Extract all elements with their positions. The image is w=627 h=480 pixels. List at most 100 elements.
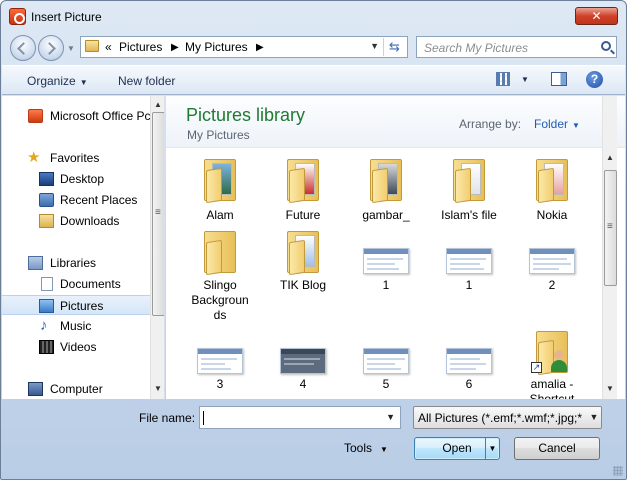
- image-item[interactable]: 4: [264, 328, 342, 398]
- file-list-pane: Pictures library My Pictures Arrange by:…: [166, 96, 625, 399]
- library-header: Pictures library My Pictures Arrange by:…: [166, 96, 625, 148]
- computer-icon: [28, 382, 43, 396]
- cancel-button[interactable]: Cancel: [514, 437, 600, 460]
- file-name-dropdown-icon[interactable]: ▼: [386, 412, 395, 422]
- nav-item-favorites[interactable]: ★ Favorites: [2, 148, 150, 168]
- image-item[interactable]: 5: [347, 328, 425, 398]
- scroll-up-icon[interactable]: ▲: [606, 153, 614, 162]
- arrange-by-label: Arrange by:: [459, 117, 522, 131]
- image-thumbnail: [280, 348, 326, 374]
- open-options-dropdown-icon[interactable]: ▼: [485, 438, 499, 459]
- scrollbar-thumb[interactable]: [152, 112, 164, 316]
- folder-item[interactable]: Islam's file: [430, 156, 508, 226]
- star-icon: ★: [27, 149, 41, 166]
- preview-pane-icon[interactable]: [551, 72, 567, 86]
- image-item[interactable]: 1: [347, 228, 425, 298]
- item-label: amalia - Shortcut: [529, 377, 575, 399]
- open-button[interactable]: Open ▼: [414, 437, 500, 460]
- nav-item-libraries[interactable]: Libraries: [2, 253, 150, 273]
- breadcrumb-my-pictures[interactable]: My Pictures: [185, 40, 248, 54]
- tools-button[interactable]: Tools ▼: [344, 441, 388, 455]
- refresh-icon[interactable]: ⇆: [383, 38, 405, 56]
- folder-item[interactable]: TIK Blog: [264, 228, 342, 298]
- breadcrumb-separator-icon[interactable]: ▶: [256, 42, 264, 53]
- address-dropdown-icon[interactable]: ▼: [370, 41, 379, 51]
- tools-label: Tools: [344, 441, 373, 455]
- nav-item-videos[interactable]: Videos: [2, 337, 150, 357]
- breadcrumb-overflow[interactable]: «: [105, 40, 112, 54]
- text-cursor: [203, 411, 204, 425]
- item-label: Islam's file: [441, 208, 497, 222]
- image-item[interactable]: 3: [181, 328, 259, 398]
- folder-item[interactable]: Nokia: [513, 156, 591, 226]
- image-thumbnail: [363, 248, 409, 274]
- search-icon[interactable]: [601, 41, 611, 51]
- scrollbar-thumb[interactable]: [604, 170, 617, 286]
- file-type-select[interactable]: All Pictures (*.emf;*.wmf;*.jpg;* ▼: [413, 406, 602, 429]
- nav-item-computer[interactable]: Computer: [2, 379, 150, 399]
- search-box[interactable]: Search My Pictures: [416, 36, 617, 58]
- resize-grip[interactable]: [613, 466, 623, 476]
- change-view-icon[interactable]: [496, 72, 510, 86]
- arrange-by-dropdown[interactable]: Folder ▼: [534, 117, 580, 131]
- library-title: Pictures library: [186, 105, 306, 125]
- nav-item-music[interactable]: ♪ Music: [2, 316, 150, 336]
- breadcrumb-separator-icon[interactable]: ▶: [171, 42, 179, 53]
- folder-item[interactable]: gambar_: [347, 156, 425, 226]
- nav-item-documents[interactable]: Documents: [2, 274, 150, 294]
- item-label: 2: [548, 278, 556, 292]
- nav-item-label: Recent Places: [60, 193, 138, 207]
- item-label: 3: [216, 377, 224, 391]
- close-button[interactable]: ✕: [575, 7, 618, 25]
- item-label: 5: [382, 377, 390, 391]
- folder-icon: [370, 159, 402, 204]
- folder-item[interactable]: Slingo Backgroun ds: [181, 228, 259, 323]
- item-label: 6: [465, 377, 473, 391]
- folder-icon: [536, 159, 568, 204]
- navigation-scrollbar[interactable]: ▲ ▼: [150, 96, 164, 399]
- shortcut-item[interactable]: ↗ amalia - Shortcut: [513, 328, 591, 399]
- item-label: TIK Blog: [279, 278, 327, 292]
- view-options-dropdown-icon[interactable]: ▼: [521, 75, 529, 84]
- file-name-label: File name:: [139, 411, 196, 425]
- scroll-down-icon[interactable]: ▼: [606, 384, 614, 393]
- breadcrumb-pictures[interactable]: Pictures: [119, 40, 162, 54]
- back-button[interactable]: [10, 35, 36, 61]
- image-item[interactable]: 2: [513, 228, 591, 298]
- recent-places-icon: [39, 193, 54, 207]
- nav-item-pictures[interactable]: Pictures: [2, 295, 150, 315]
- folder-icon: [85, 40, 99, 52]
- recent-pages-dropdown-icon[interactable]: ▼: [67, 44, 75, 53]
- nav-item-label: Music: [60, 319, 92, 333]
- desktop-icon: [39, 172, 54, 186]
- folder-icon: [287, 159, 319, 204]
- image-item[interactable]: 6: [430, 328, 508, 398]
- command-bar: Organize ▼ New folder: [2, 65, 625, 95]
- organize-button[interactable]: Organize ▼: [27, 74, 88, 88]
- item-label: Future: [285, 208, 321, 222]
- nav-item-label: Videos: [60, 340, 97, 354]
- nav-item-label: Desktop: [60, 172, 105, 186]
- chevron-down-icon: ▼: [572, 121, 580, 130]
- library-subtitle: My Pictures: [187, 128, 250, 142]
- forward-button[interactable]: [38, 35, 64, 61]
- file-type-dropdown-icon[interactable]: ▼: [587, 407, 601, 428]
- item-label: gambar_: [362, 208, 410, 222]
- new-folder-button[interactable]: New folder: [118, 74, 175, 88]
- nav-item-label: Computer: [50, 382, 103, 396]
- folder-item[interactable]: Future: [264, 156, 342, 226]
- search-placeholder: Search My Pictures: [424, 41, 529, 55]
- help-icon[interactable]: ?: [586, 71, 603, 88]
- scroll-down-icon[interactable]: ▼: [154, 384, 162, 393]
- file-name-input[interactable]: ▼: [199, 406, 401, 429]
- nav-item-desktop[interactable]: Desktop: [2, 169, 150, 189]
- user-icon: [551, 350, 567, 372]
- nav-item-downloads[interactable]: Downloads: [2, 211, 150, 231]
- scroll-up-icon[interactable]: ▲: [154, 100, 162, 109]
- nav-item-recent-places[interactable]: Recent Places: [2, 190, 150, 210]
- folder-item[interactable]: Alam: [181, 156, 259, 226]
- address-bar[interactable]: « Pictures ▶ My Pictures ▶ ▼ ⇆: [80, 36, 408, 58]
- image-item[interactable]: 1: [430, 228, 508, 298]
- file-list-scrollbar[interactable]: ▲ ▼: [602, 96, 617, 399]
- nav-item-microsoft-office[interactable]: Microsoft Office Pc: [2, 106, 150, 126]
